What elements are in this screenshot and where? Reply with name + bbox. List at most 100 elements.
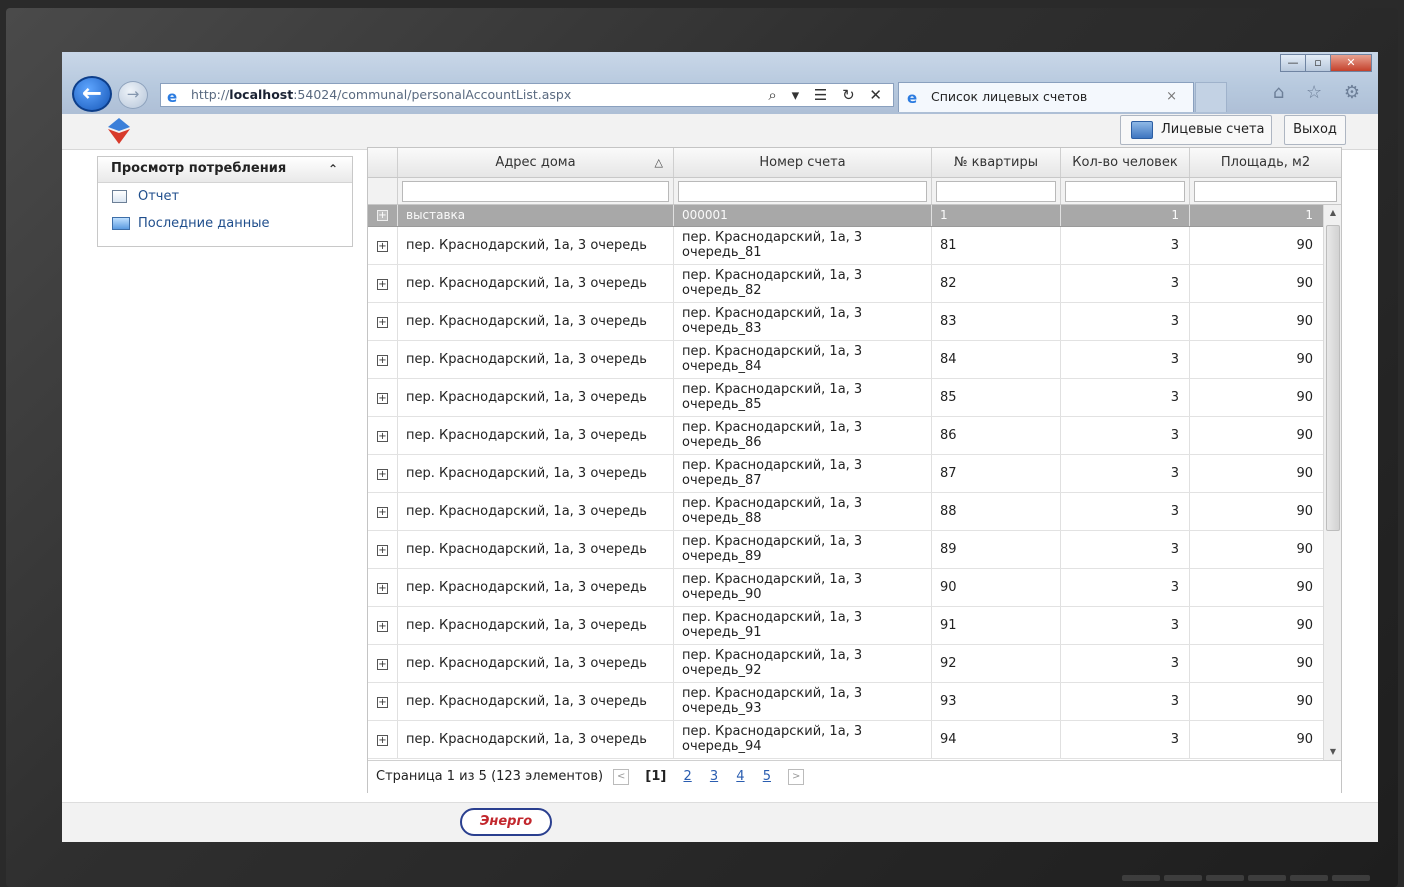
url-prefix: http:// xyxy=(191,87,230,102)
table-row[interactable]: + пер. Краснодарский, 1а, 3 очередь пер. К… xyxy=(368,265,1323,303)
table-row[interactable]: + пер. Краснодарский, 1а, 3 очередь пер. К… xyxy=(368,455,1323,493)
expand-icon[interactable]: + xyxy=(377,697,388,708)
data-icon xyxy=(112,217,130,230)
column-header-people[interactable]: Кол-во человек xyxy=(1061,148,1190,177)
expand-icon[interactable]: + xyxy=(377,431,388,442)
column-header-apartment[interactable]: № квартиры xyxy=(932,148,1061,177)
footer-logo: Энерго xyxy=(460,808,552,836)
browser-chrome: — ▫ ✕ ← → e http://localhost:54024/commu… xyxy=(62,52,1378,114)
tab-personal-accounts[interactable]: e Список лицевых счетов × xyxy=(898,82,1194,112)
group-people: 1 xyxy=(1171,208,1179,222)
collapse-icon[interactable]: ⌃ xyxy=(328,157,338,181)
group-row[interactable]: + выставка 000001 1 1 1 xyxy=(368,205,1323,227)
cell-account: пер. Краснодарский, 1а, 3 очередь_82 xyxy=(682,268,863,298)
cell-account: пер. Краснодарский, 1а, 3 очередь_92 xyxy=(682,648,863,678)
cell-apartment: 87 xyxy=(940,466,957,481)
filter-account-input[interactable] xyxy=(678,181,927,202)
cell-apartment: 86 xyxy=(940,428,957,443)
header-expand-cell xyxy=(368,148,398,177)
filter-people-input[interactable] xyxy=(1065,181,1185,202)
sidebar-item-report[interactable]: Отчет xyxy=(98,183,352,210)
cell-people: 3 xyxy=(1170,504,1179,519)
expand-icon[interactable]: + xyxy=(377,545,388,556)
browser-tools-icons[interactable]: ⌂ ☆ ⚙ xyxy=(1273,82,1368,103)
column-header-area[interactable]: Площадь, м2 xyxy=(1190,148,1341,177)
grid-scrollbar[interactable]: ▲ ▼ xyxy=(1323,205,1341,760)
group-account: 000001 xyxy=(682,208,728,222)
expand-icon[interactable]: + xyxy=(377,317,388,328)
address-tools-icons[interactable]: ⌕ ▾ ☰ ↻ ✕ xyxy=(768,84,887,106)
sidebar-item-latest-data[interactable]: Последние данные xyxy=(98,210,352,237)
expand-icon[interactable]: + xyxy=(377,210,388,221)
new-tab-button[interactable] xyxy=(1195,82,1227,112)
expand-icon[interactable]: + xyxy=(377,507,388,518)
scroll-up-icon[interactable]: ▲ xyxy=(1324,205,1342,221)
minimize-button[interactable]: — xyxy=(1280,54,1306,72)
accounts-button[interactable]: Лицевые счета xyxy=(1120,115,1272,145)
next-page-button[interactable]: > xyxy=(788,768,805,785)
accounts-icon xyxy=(1131,121,1153,139)
cell-area: 90 xyxy=(1296,504,1313,519)
table-row[interactable]: + пер. Краснодарский, 1а, 3 очередь пер. К… xyxy=(368,341,1323,379)
table-row[interactable]: + пер. Краснодарский, 1а, 3 очередь пер. К… xyxy=(368,721,1323,759)
tab-close-icon[interactable]: × xyxy=(1166,83,1177,111)
cell-apartment: 83 xyxy=(940,314,957,329)
cell-area: 90 xyxy=(1296,580,1313,595)
cell-area: 90 xyxy=(1296,618,1313,633)
table-row[interactable]: + пер. Краснодарский, 1а, 3 очередь пер. К… xyxy=(368,569,1323,607)
consumption-panel: Просмотр потребления ⌃ Отчет Последние д… xyxy=(97,156,353,247)
page-link-5[interactable]: 5 xyxy=(763,769,771,784)
table-row[interactable]: + пер. Краснодарский, 1а, 3 очередь пер. К… xyxy=(368,493,1323,531)
expand-icon[interactable]: + xyxy=(377,355,388,366)
address-bar[interactable]: e http://localhost:54024/communal/person… xyxy=(160,83,894,107)
panel-title: Просмотр потребления xyxy=(111,161,287,176)
table-row[interactable]: + пер. Краснодарский, 1а, 3 очередь пер. К… xyxy=(368,379,1323,417)
expand-icon[interactable]: + xyxy=(377,279,388,290)
cell-address: пер. Краснодарский, 1а, 3 очередь xyxy=(406,238,647,253)
page-link-2[interactable]: 2 xyxy=(683,769,691,784)
grid-header: Адрес дома △ Номер счета № квартиры Кол-… xyxy=(368,148,1341,178)
scroll-thumb[interactable] xyxy=(1326,225,1340,531)
column-header-address[interactable]: Адрес дома △ xyxy=(398,148,674,177)
table-row[interactable]: + пер. Краснодарский, 1а, 3 очередь пер. К… xyxy=(368,417,1323,455)
exit-button[interactable]: Выход xyxy=(1284,115,1346,145)
filter-apartment-input[interactable] xyxy=(936,181,1056,202)
sidebar-item-label: Последние данные xyxy=(138,216,270,231)
cell-people: 3 xyxy=(1170,656,1179,671)
forward-button[interactable]: → xyxy=(118,81,148,109)
expand-icon[interactable]: + xyxy=(377,735,388,746)
expand-icon[interactable]: + xyxy=(377,393,388,404)
grid-rows: + выставка 000001 1 1 1 + пер. Краснодарс… xyxy=(368,205,1323,760)
expand-icon[interactable]: + xyxy=(377,469,388,480)
back-button[interactable]: ← xyxy=(72,76,112,112)
filter-address-input[interactable] xyxy=(402,181,669,202)
cell-people: 3 xyxy=(1170,314,1179,329)
expand-icon[interactable]: + xyxy=(377,241,388,252)
maximize-button[interactable]: ▫ xyxy=(1305,54,1331,72)
table-row[interactable]: + пер. Краснодарский, 1а, 3 очередь пер. К… xyxy=(368,683,1323,721)
filter-area-input[interactable] xyxy=(1194,181,1337,202)
prev-page-button[interactable]: < xyxy=(613,768,630,785)
expand-icon[interactable]: + xyxy=(377,621,388,632)
table-row[interactable]: + пер. Краснодарский, 1а, 3 очередь пер. К… xyxy=(368,607,1323,645)
table-row[interactable]: + пер. Краснодарский, 1а, 3 очередь пер. К… xyxy=(368,531,1323,569)
cell-people: 3 xyxy=(1170,618,1179,633)
cell-apartment: 90 xyxy=(940,580,957,595)
table-row[interactable]: + пер. Краснодарский, 1а, 3 очередь пер. К… xyxy=(368,227,1323,265)
page-link-3[interactable]: 3 xyxy=(710,769,718,784)
sort-ascending-icon: △ xyxy=(654,156,663,169)
scroll-down-icon[interactable]: ▼ xyxy=(1324,744,1342,760)
close-window-button[interactable]: ✕ xyxy=(1330,54,1372,72)
cell-apartment: 81 xyxy=(940,238,957,253)
table-row[interactable]: + пер. Краснодарский, 1а, 3 очередь пер. К… xyxy=(368,303,1323,341)
table-row[interactable]: + пер. Краснодарский, 1а, 3 очередь пер. К… xyxy=(368,645,1323,683)
panel-header[interactable]: Просмотр потребления ⌃ xyxy=(98,157,352,183)
column-header-account[interactable]: Номер счета xyxy=(674,148,932,177)
expand-icon[interactable]: + xyxy=(377,659,388,670)
cell-address: пер. Краснодарский, 1а, 3 очередь xyxy=(406,352,647,367)
page-link-4[interactable]: 4 xyxy=(736,769,744,784)
cell-area: 90 xyxy=(1296,694,1313,709)
cell-account: пер. Краснодарский, 1а, 3 очередь_85 xyxy=(682,382,863,412)
cell-account: пер. Краснодарский, 1а, 3 очередь_90 xyxy=(682,572,863,602)
expand-icon[interactable]: + xyxy=(377,583,388,594)
